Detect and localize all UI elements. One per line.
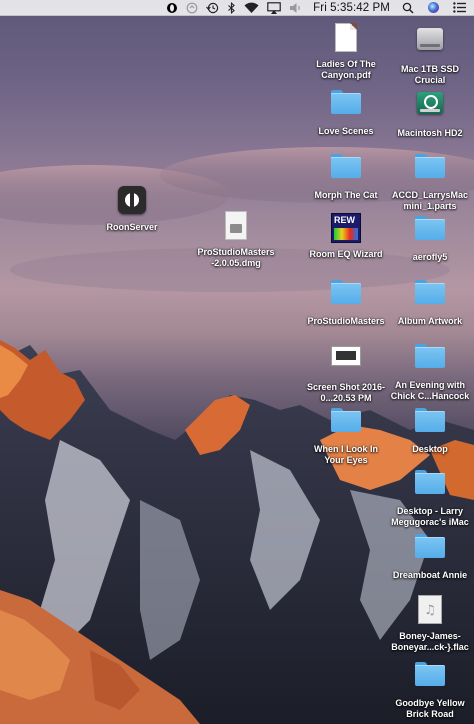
rew-app-icon: REW <box>331 213 361 243</box>
menu-bar: Fri 5:35:42 PM <box>0 0 474 16</box>
folder-icon <box>415 662 445 686</box>
folder-icon <box>415 280 445 304</box>
desktop-icon-prostudiomasters[interactable]: ProStudioMasters <box>304 276 388 327</box>
audio-file-icon: ♫ <box>418 595 442 624</box>
desktop-icon-ladies-of-the-canyon-pdf[interactable]: Ladies Of The Canyon.pdf <box>304 22 388 81</box>
desktop-icon-when-i-look-in-your-eyes[interactable]: When I Look In Your Eyes <box>304 404 388 466</box>
folder-icon <box>331 154 361 178</box>
desktop-icon-morph-the-cat[interactable]: Morph The Cat <box>304 150 388 201</box>
desktop-icon-roonserver[interactable]: RoonServer <box>90 184 174 233</box>
desktop-icon-desktop-larry-imac[interactable]: Desktop - Larry Megugorac's iMac <box>388 466 472 528</box>
folder-icon <box>331 90 361 114</box>
desktop-icon-aerofly5[interactable]: aerofly5 <box>388 212 472 263</box>
app-logo-icon[interactable] <box>166 0 178 16</box>
time-machine-drive-icon <box>417 92 443 114</box>
desktop-icon-macintosh-hd2[interactable]: Macintosh HD2 <box>388 86 472 139</box>
desktop-icon-room-eq-wizard[interactable]: REW Room EQ Wizard <box>304 212 388 260</box>
notification-center-icon[interactable] <box>453 0 466 16</box>
time-machine-icon[interactable] <box>206 0 219 16</box>
folder-icon <box>415 344 445 368</box>
screenshot-file-icon <box>331 346 361 366</box>
folder-icon <box>415 534 445 558</box>
desktop[interactable]: Fri 5:35:42 PM Ladies Of The Canyon.pdf … <box>0 0 474 724</box>
desktop-icon-desktop[interactable]: Desktop <box>388 404 472 455</box>
bluetooth-icon[interactable] <box>227 0 236 16</box>
desktop-icon-love-scenes[interactable]: Love Scenes <box>304 86 388 137</box>
desktop-icon-album-artwork[interactable]: Album Artwork <box>388 276 472 327</box>
desktop-icon-dreamboat-annie[interactable]: Dreamboat Annie <box>388 530 472 581</box>
disk-image-icon <box>225 211 247 240</box>
airplay-icon[interactable] <box>267 0 281 16</box>
pdf-file-icon <box>335 23 357 52</box>
folder-icon <box>331 408 361 432</box>
desktop-icon-accd-larrys-mac-mini[interactable]: ACCD_LarrysMac mini_1.parts <box>388 150 472 212</box>
desktop-icon-boney-james-flac[interactable]: ♫ Boney-James-Boneyar...ck-}.flac <box>388 594 472 653</box>
spotlight-icon[interactable] <box>402 0 414 16</box>
roon-app-icon <box>118 186 146 214</box>
desktop-icon-prostudiomasters-dmg[interactable]: ProStudioMasters -2.0.05.dmg <box>194 210 278 269</box>
siri-icon[interactable] <box>423 0 444 16</box>
folder-icon <box>415 216 445 240</box>
desktop-icon-an-evening-with-chick[interactable]: An Evening with Chick C...Hancock <box>388 340 472 402</box>
sync-icon[interactable] <box>186 0 198 16</box>
folder-icon <box>415 470 445 494</box>
desktop-icon-goodbye-yellow-brick-road[interactable]: Goodbye Yellow Brick Road <box>388 658 472 720</box>
hard-drive-icon <box>417 28 443 50</box>
folder-icon <box>415 154 445 178</box>
folder-icon <box>415 408 445 432</box>
desktop-icon-screen-shot[interactable]: Screen Shot 2016-0...20.53 PM <box>304 340 388 404</box>
wifi-icon[interactable] <box>244 0 259 16</box>
menu-bar-clock[interactable]: Fri 5:35:42 PM <box>313 2 390 14</box>
volume-icon[interactable] <box>289 0 303 16</box>
desktop-icon-mac-1tb-ssd-crucial[interactable]: Mac 1TB SSD Crucial <box>388 22 472 86</box>
folder-icon <box>331 280 361 304</box>
